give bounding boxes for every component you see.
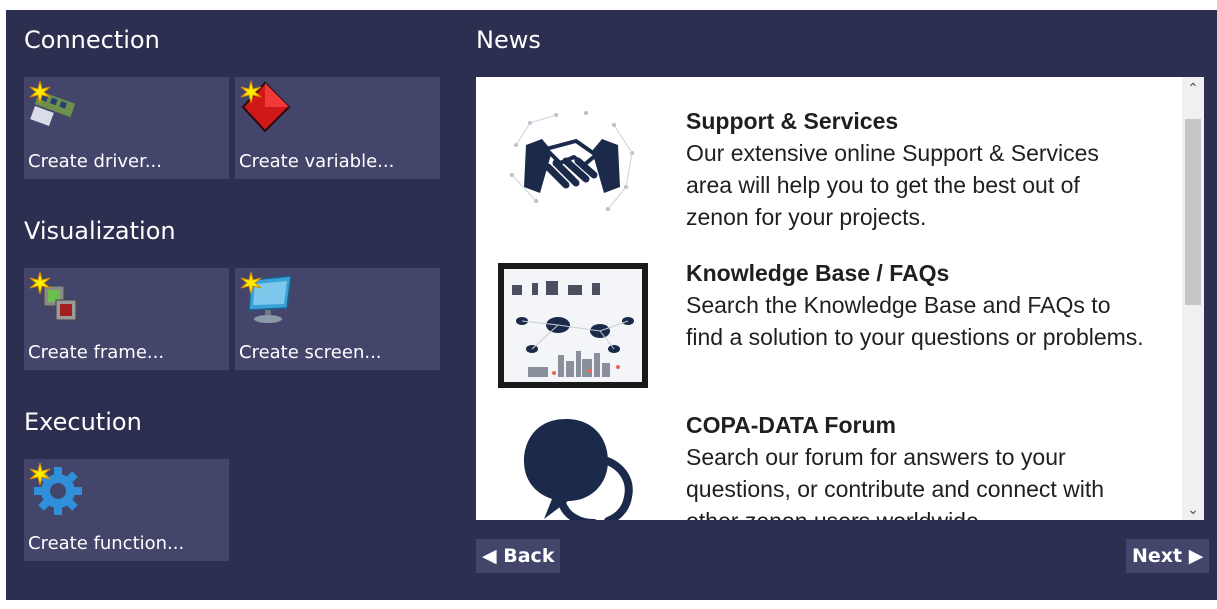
knowledge-base-body: Search the Knowledge Base and FAQs to fi… — [686, 292, 1144, 350]
knowledge-base-image — [498, 263, 648, 388]
create-variable-label: Create variable... — [239, 151, 395, 172]
chevron-left-icon: ◀ — [482, 545, 497, 567]
visualization-heading: Visualization — [24, 217, 176, 245]
news-item-forum[interactable]: COPA-DATA Forum Search our forum for ans… — [476, 409, 1176, 520]
screen-icon — [240, 271, 292, 323]
back-label: Back — [503, 545, 555, 567]
start-page: Connection Create driver... Create varia… — [6, 10, 1217, 600]
create-function-tile[interactable]: Create function... — [24, 459, 229, 561]
scroll-down-icon[interactable]: ⌄ — [1182, 498, 1204, 520]
news-item-knowledge-base[interactable]: Knowledge Base / FAQs Search the Knowled… — [476, 257, 1176, 388]
news-panel[interactable]: Support & Services Our extensive online … — [476, 77, 1204, 520]
next-label: Next — [1132, 545, 1183, 567]
news-heading: News — [476, 26, 541, 54]
news-item-support[interactable]: Support & Services Our extensive online … — [476, 105, 1176, 235]
connection-heading: Connection — [24, 26, 160, 54]
create-function-label: Create function... — [28, 533, 185, 554]
next-button[interactable]: Next ▶ — [1126, 539, 1210, 573]
speech-bubbles-icon — [524, 419, 633, 520]
forum-title: COPA-DATA Forum — [686, 412, 896, 438]
support-body: Our extensive online Support & Services … — [686, 140, 1099, 230]
chevron-right-icon: ▶ — [1188, 545, 1204, 567]
create-screen-label: Create screen... — [239, 342, 382, 363]
create-variable-tile[interactable]: Create variable... — [235, 77, 440, 179]
frame-icon — [29, 271, 77, 321]
news-scrollbar[interactable]: ⌃ ⌄ — [1182, 77, 1204, 520]
create-driver-label: Create driver... — [28, 151, 162, 172]
driver-icon — [29, 80, 76, 126]
knowledge-base-title: Knowledge Base / FAQs — [686, 260, 950, 286]
create-driver-tile[interactable]: Create driver... — [24, 77, 229, 179]
create-frame-label: Create frame... — [28, 342, 165, 363]
create-frame-tile[interactable]: Create frame... — [24, 268, 229, 370]
support-title: Support & Services — [686, 108, 899, 134]
variable-icon — [240, 80, 291, 133]
execution-heading: Execution — [24, 408, 142, 436]
back-button[interactable]: ◀ Back — [476, 539, 561, 573]
gear-icon — [29, 462, 82, 515]
create-screen-tile[interactable]: Create screen... — [235, 268, 440, 370]
forum-body: Search our forum for answers to your que… — [686, 444, 1105, 520]
scroll-up-icon[interactable]: ⌃ — [1182, 77, 1204, 99]
handshake-icon — [510, 111, 634, 211]
scroll-thumb[interactable] — [1185, 119, 1201, 305]
